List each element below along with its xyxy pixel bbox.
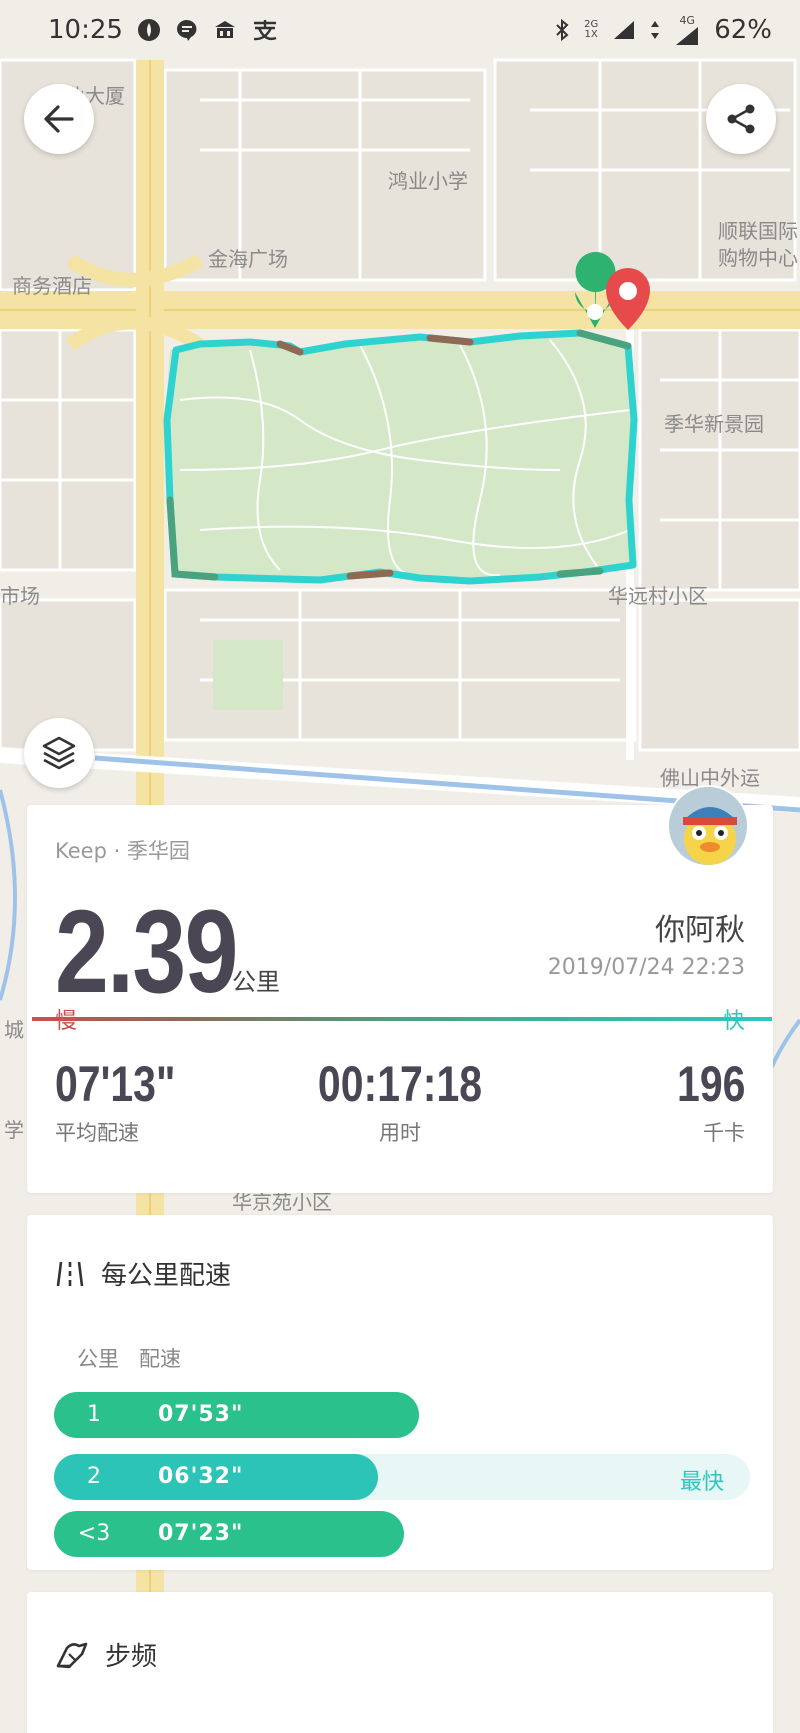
road-lanes-icon bbox=[56, 1261, 84, 1286]
run-summary-card: Keep · 季华园 2.39 公里 你阿秋 2019/07/24 22:23 … bbox=[27, 785, 773, 1193]
signal-icon: 2G 1X bbox=[584, 19, 599, 40]
calories-value: 196 bbox=[676, 1056, 745, 1112]
fastest-tag: 最快 bbox=[679, 1470, 724, 1495]
map-label: 城 bbox=[4, 1018, 24, 1042]
back-arrow-icon bbox=[44, 105, 74, 133]
shoe-icon bbox=[56, 1642, 88, 1668]
map-label: 学 bbox=[4, 1118, 24, 1142]
map-label: 金海广场 bbox=[208, 247, 288, 271]
app-icon bbox=[137, 18, 161, 42]
split-km: 2 bbox=[87, 1464, 101, 1489]
duck-avatar-icon bbox=[669, 787, 747, 865]
duration-label: 用时 bbox=[379, 1121, 421, 1145]
source-label: Keep · 季华园 bbox=[55, 839, 190, 863]
battery-level: 62% bbox=[714, 15, 772, 45]
map-label: 季华新景园 bbox=[664, 412, 764, 436]
cell-signal-icon bbox=[612, 19, 636, 41]
map-label: 华远村小区 bbox=[608, 584, 708, 608]
split-km: 1 bbox=[87, 1402, 101, 1427]
map-label: 鸿业小学 bbox=[388, 169, 468, 193]
map-label: 购物中心 bbox=[718, 246, 798, 270]
map-label: 市场 bbox=[0, 584, 40, 608]
cadence-card-title: 步频 bbox=[105, 1642, 158, 1672]
pace-card-title: 每公里配速 bbox=[101, 1261, 232, 1291]
alipay-icon bbox=[251, 18, 279, 42]
back-button[interactable] bbox=[24, 84, 94, 154]
duration-value: 00:17:18 bbox=[317, 1056, 483, 1112]
avg-pace-value: 07'13" bbox=[55, 1056, 176, 1112]
split-row-fastest: 2 06'32" 最快 bbox=[54, 1454, 750, 1500]
bluetooth-icon bbox=[554, 18, 570, 42]
distance-unit: 公里 bbox=[232, 968, 280, 996]
split-pace: 07'23" bbox=[158, 1521, 244, 1546]
map-layers-button[interactable] bbox=[24, 718, 94, 788]
message-icon bbox=[175, 18, 199, 42]
avatar[interactable] bbox=[667, 785, 749, 867]
network-4g-icon: 4G bbox=[674, 15, 700, 46]
avg-pace-label: 平均配速 bbox=[55, 1121, 139, 1145]
map-label: 商务酒店 bbox=[12, 274, 92, 298]
calories-label: 千卡 bbox=[703, 1121, 745, 1145]
cadence-card-header: 步频 bbox=[55, 1636, 157, 1673]
data-arrows-icon bbox=[650, 19, 660, 41]
share-icon bbox=[727, 104, 755, 134]
pace-column-headers: 公里 配速 bbox=[77, 1343, 181, 1373]
status-bar: 10:25 2G 1X 4G 62% bbox=[0, 0, 800, 60]
map-label: 顺联国际 bbox=[718, 219, 798, 243]
status-time: 10:25 bbox=[48, 15, 123, 45]
fast-label: 快 bbox=[722, 1009, 745, 1034]
bank-icon bbox=[213, 18, 237, 42]
cadence-card[interactable]: 步频 bbox=[27, 1592, 773, 1733]
pace-card-header: 每公里配速 bbox=[55, 1255, 231, 1292]
split-pace: 06'32" bbox=[158, 1464, 244, 1489]
run-datetime: 2019/07/24 22:23 bbox=[547, 955, 745, 980]
column-header-km: 公里 bbox=[77, 1347, 119, 1371]
pace-per-km-card: 每公里配速 公里 配速 1 07'53" 2 06'32" 最快 <3 07'2… bbox=[27, 1215, 773, 1570]
share-button[interactable] bbox=[706, 84, 776, 154]
split-pace: 07'53" bbox=[158, 1402, 244, 1427]
pace-gradient-bar bbox=[32, 1017, 772, 1021]
layers-icon bbox=[42, 736, 76, 770]
split-km: <3 bbox=[77, 1521, 111, 1546]
slow-label: 慢 bbox=[55, 1009, 78, 1034]
column-header-pace: 配速 bbox=[139, 1347, 181, 1371]
user-name: 你阿秋 bbox=[655, 913, 745, 948]
distance-value: 2.39 bbox=[55, 886, 238, 1018]
